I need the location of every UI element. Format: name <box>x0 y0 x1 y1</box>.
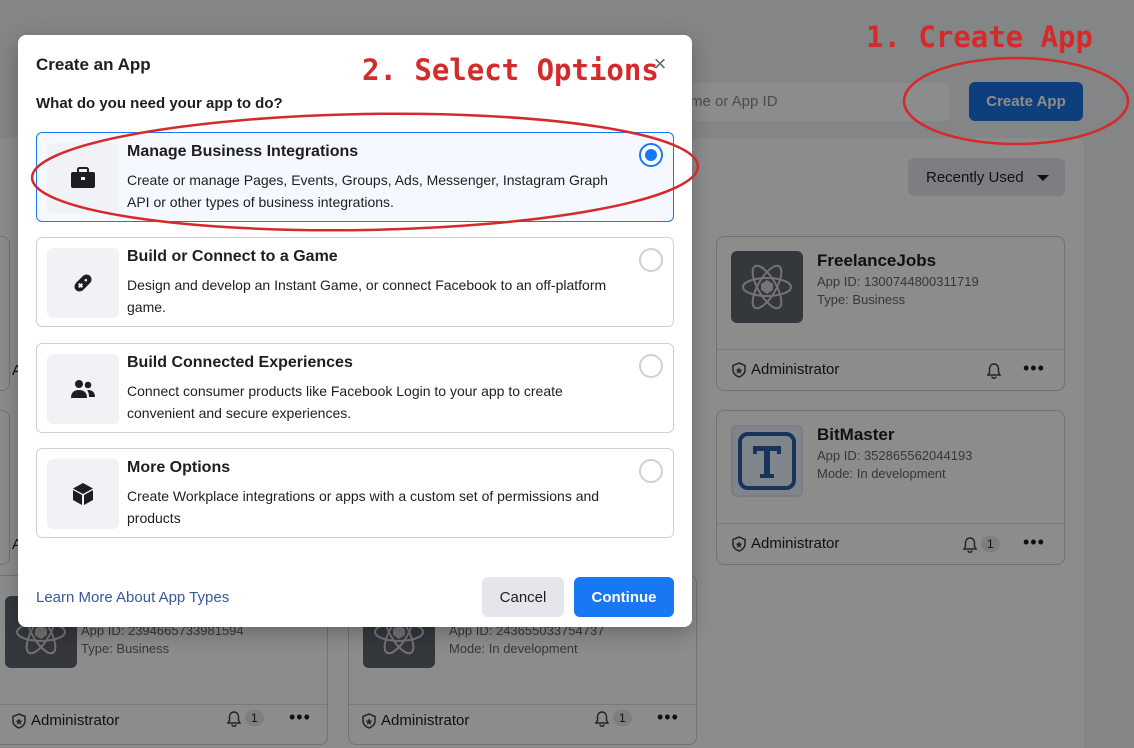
annotation-step1: 1. Create App <box>866 20 1093 54</box>
create-app-dialog: Create an App × What do you need your ap… <box>18 35 692 627</box>
option-more-options[interactable]: More Options Create Workplace integratio… <box>36 448 674 538</box>
option-radio[interactable] <box>639 248 663 272</box>
option-build-or-connect-game[interactable]: Build or Connect to a Game Design and de… <box>36 237 674 327</box>
briefcase-icon <box>71 167 95 188</box>
learn-more-link[interactable]: Learn More About App Types <box>36 589 229 606</box>
option-description: Design and develop an Instant Game, or c… <box>127 277 607 315</box>
option-manage-business-integrations[interactable]: Manage Business Integrations Create or m… <box>36 132 674 222</box>
continue-button[interactable]: Continue <box>574 577 674 617</box>
option-build-connected-experiences[interactable]: Build Connected Experiences Connect cons… <box>36 343 674 433</box>
option-icon-box <box>47 459 119 529</box>
dialog-question: What do you need your app to do? <box>36 95 283 112</box>
option-title: More Options <box>127 459 231 476</box>
option-description: Connect consumer products like Facebook … <box>127 383 563 421</box>
option-description: Create or manage Pages, Events, Groups, … <box>127 172 608 210</box>
cube-icon <box>73 483 93 505</box>
option-title: Build Connected Experiences <box>127 354 353 371</box>
annotation-step2: 2. Select Options <box>362 53 659 87</box>
option-description: Create Workplace integrations or apps wi… <box>127 488 600 526</box>
option-title: Manage Business Integrations <box>127 143 359 160</box>
option-title: Build or Connect to a Game <box>127 248 338 265</box>
option-radio[interactable] <box>639 354 663 378</box>
people-icon <box>71 380 95 398</box>
gamepad-icon <box>74 274 92 292</box>
dialog-title: Create an App <box>36 55 151 74</box>
option-icon-box <box>47 143 119 213</box>
option-icon-box <box>47 354 119 424</box>
option-icon-box <box>47 248 119 318</box>
option-radio[interactable] <box>639 459 663 483</box>
option-radio[interactable] <box>639 143 663 167</box>
cancel-button[interactable]: Cancel <box>482 577 564 617</box>
